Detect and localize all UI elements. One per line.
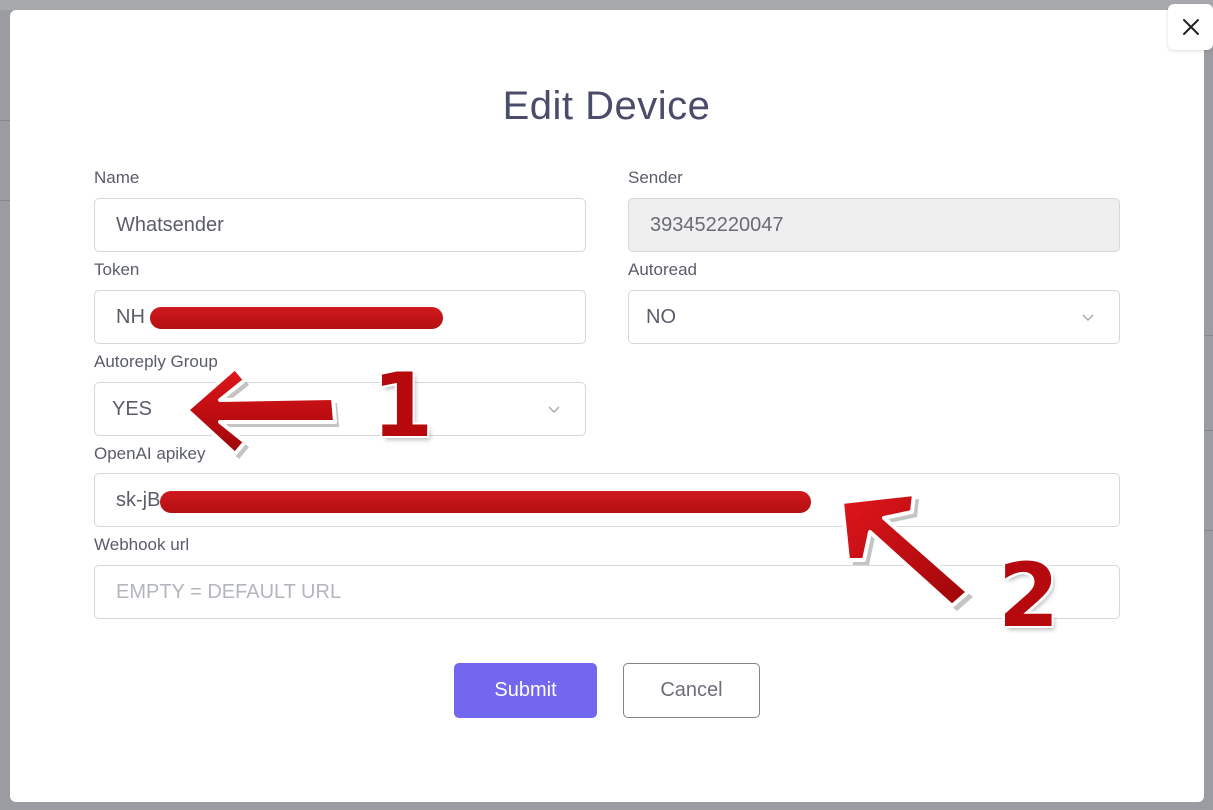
sender-input: 393452220047 [628, 198, 1120, 252]
name-value: Whatsender [116, 213, 224, 236]
bg-divider [1204, 530, 1213, 531]
sender-value: 393452220047 [650, 213, 784, 236]
bg-strip [0, 0, 1213, 10]
modal-title: Edit Device [502, 84, 711, 128]
name-label: Name [94, 168, 140, 187]
apikey-redaction-mark [160, 491, 811, 513]
token-value: NH [116, 305, 145, 328]
annotation-number-1: 1 [372, 354, 434, 457]
token-redaction-mark [150, 307, 443, 329]
annotation-number-2: 2 [998, 544, 1060, 647]
chevron-down-icon [1082, 314, 1094, 321]
autoread-select[interactable]: NO [628, 290, 1120, 344]
bg-divider [0, 200, 10, 201]
autoread-value: NO [646, 305, 676, 328]
close-icon [1182, 19, 1199, 35]
annotation-arrow-left-icon [185, 366, 339, 459]
chevron-down-icon [548, 406, 560, 413]
autoread-label: Autoread [628, 260, 697, 279]
close-button[interactable] [1168, 4, 1213, 50]
name-input[interactable]: Whatsender [94, 198, 586, 252]
autoreply-group-value: YES [112, 397, 153, 420]
openai-apikey-value: sk-jB [116, 488, 161, 511]
submit-button[interactable]: Submit [454, 663, 597, 718]
bg-divider [1204, 335, 1213, 336]
bg-divider [1204, 430, 1213, 431]
token-label: Token [94, 260, 140, 279]
annotation-arrow-up-left-icon [840, 492, 973, 611]
webhook-url-label: Webhook url [94, 535, 190, 554]
sender-label: Sender [628, 168, 683, 187]
cancel-button[interactable]: Cancel [623, 663, 760, 718]
